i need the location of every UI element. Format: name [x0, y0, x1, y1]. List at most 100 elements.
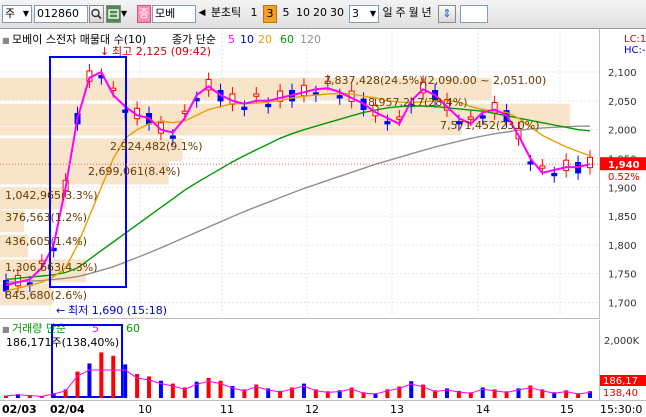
date-label: 12 [305, 403, 319, 416]
time-label: 15:30:0 [600, 403, 642, 416]
date-label: 02/04 [50, 403, 85, 416]
volume-profile-label: 2,699,061(8.4%) [88, 165, 181, 178]
price-axis: LC:14.79HC:-8.72,1002,0502,0001,9501,900… [600, 29, 646, 400]
low-arrow-icon: ← [56, 304, 65, 317]
stock-type-badge: 증 [137, 5, 151, 23]
volume-bar [99, 352, 104, 398]
volume-profile-bar [0, 126, 462, 136]
period-option-10[interactable]: 10 [295, 5, 311, 23]
lc-label: LC:14.79 [624, 34, 646, 45]
volume-profile-label: 436,605(1.4%) [5, 235, 87, 248]
price-tick-label: 2,100 [608, 68, 637, 79]
candle-body [563, 159, 570, 172]
high-arrow-icon: ↓ [100, 45, 109, 58]
triangle-left-icon[interactable]: ◀ [198, 5, 206, 23]
current-volume-pct: 138,40 [603, 388, 638, 399]
tab-week[interactable]: 주 [394, 5, 407, 23]
volume-profile-label: 1,306,663(4.3%) [5, 261, 98, 274]
candle-body [384, 121, 391, 125]
candle-body [336, 95, 343, 99]
volume-profile-label: 7,571,452(23.0%) [440, 119, 540, 132]
ma-legend-5: 5 [228, 33, 235, 46]
chevron-down-icon[interactable]: ▼ [121, 5, 131, 23]
market-select[interactable]: 주 ▼ [2, 5, 32, 23]
price-chart[interactable]: ■ 모베이 스전자 매물대 수(10) 종가 단순 5 10 20 60 120 ↓ 최고 2,1… [0, 29, 600, 319]
interval-input[interactable]: 3 ▼ [349, 5, 379, 23]
candle-body [300, 84, 307, 97]
period-option-1[interactable]: 1 [248, 5, 260, 23]
link-icon[interactable] [106, 5, 121, 23]
low-price-label: 최저 1,690 (15:18) [68, 304, 167, 317]
volume-profile-label: 7,837,428(24.5%)(2,090.00 ~ 2,051.00) [324, 74, 546, 87]
ma-legend-120: 120 [300, 33, 321, 46]
date-label: 15 [560, 403, 574, 416]
period-option-3[interactable]: 3 [263, 5, 277, 23]
ma-legend-20: 20 [258, 33, 272, 46]
magnifier-icon[interactable] [89, 5, 104, 23]
volume-ma-5: 5 [92, 322, 99, 335]
volume-ma-60: 60 [126, 322, 140, 335]
candle-body [253, 93, 260, 97]
tab-day[interactable]: 일 [381, 5, 394, 23]
chevron-down-icon: ▼ [22, 9, 29, 18]
ma-legend-10: 10 [240, 33, 254, 46]
extra-input[interactable] [460, 5, 488, 23]
volume-chart[interactable]: ■ 거래량 단순 5 60 186,171주(138,40%) [0, 320, 600, 400]
date-label: 02/03 [2, 403, 37, 416]
updown-arrow-icon[interactable]: ⇕ [438, 5, 456, 23]
price-tick-label: 1,850 [608, 212, 637, 223]
volume-tick-label: 2,000K [604, 336, 640, 347]
volume-profile-label: 376,563(1.2%) [5, 211, 87, 224]
candle-body [241, 106, 248, 110]
volume-profile-label: 845,680(2.6%) [5, 289, 87, 302]
volume-ma5-line [5, 369, 591, 397]
square-icon: ■ [2, 325, 10, 334]
tab-year[interactable]: 년 [420, 5, 433, 23]
tab-month[interactable]: 월 [407, 5, 420, 23]
date-axis: 02/03 02/04 10 11 12 13 14 15 15:30:0 [0, 400, 646, 417]
interval-value: 3 [352, 7, 359, 20]
period-option-20[interactable]: 20 [312, 5, 328, 23]
price-tick-label: 2,000 [608, 126, 637, 137]
price-tick-label: 1,900 [608, 183, 637, 194]
date-axis-canvas: 02/03 02/04 10 11 12 13 14 15 15:30:0 [2, 403, 642, 416]
candle-body [14, 274, 21, 287]
volume-pane-title: 거래량 단순 [12, 322, 66, 335]
price-tick-label: 2,050 [608, 97, 637, 108]
volume-bar [111, 355, 116, 398]
period-option-30[interactable]: 30 [329, 5, 345, 23]
current-price-value: 1,940 [608, 160, 640, 171]
volume-profile-label: 2,924,482(9.1%) [110, 140, 203, 153]
ma-legend-60: 60 [280, 33, 294, 46]
candle-body [265, 103, 272, 108]
price-tick-label: 1,700 [608, 298, 637, 309]
volume-bar [123, 364, 128, 398]
high-price-label: 최고 2,125 (09:42) [112, 45, 211, 58]
price-tick-label: 1,750 [608, 270, 637, 281]
candle-body [169, 135, 176, 139]
period-type-label[interactable]: 분초틱 [206, 5, 246, 23]
price-axis-canvas: LC:14.79HC:-8.72,1002,0502,0001,9501,900… [600, 34, 646, 399]
period-option-5[interactable]: 5 [280, 5, 292, 23]
current-change-value: 0.52% [608, 172, 640, 183]
price-chart-canvas[interactable]: ■ 모베이 스전자 매물대 수(10) 종가 단순 5 10 20 60 120↓ 최고 2,1… [0, 29, 600, 319]
volume-profile-label: 8,957,217(28.4%) [368, 96, 468, 109]
market-label: 주 [5, 7, 16, 20]
stock-name-field[interactable]: 모베 [152, 5, 196, 23]
candle-body [479, 115, 486, 119]
date-label: 13 [390, 403, 404, 416]
chart-window: 주 ▼ 012860 ▼ 증 모베 ◀ 분초틱 1 3 5 10 20 30 3… [0, 0, 646, 417]
candle-body [539, 165, 546, 169]
candle-body [551, 172, 558, 177]
chart-toolbar: 주 ▼ 012860 ▼ 증 모베 ◀ 분초틱 1 3 5 10 20 30 3… [0, 0, 646, 29]
hc-label: HC:-8.7 [624, 45, 646, 56]
current-volume-value: 186,17 [603, 376, 638, 387]
date-label: 14 [476, 403, 490, 416]
stock-code-input[interactable]: 012860 [34, 5, 88, 23]
chevron-down-icon: ▼ [369, 9, 376, 18]
date-label: 10 [138, 403, 152, 416]
volume-bar [87, 363, 92, 398]
volume-chart-canvas[interactable]: ■ 거래량 단순 5 60 186,171주(138,40%) [0, 320, 600, 400]
price-tick-label: 1,800 [608, 241, 637, 252]
volume-profile-label: 1,042,965(3.3%) [5, 189, 98, 202]
